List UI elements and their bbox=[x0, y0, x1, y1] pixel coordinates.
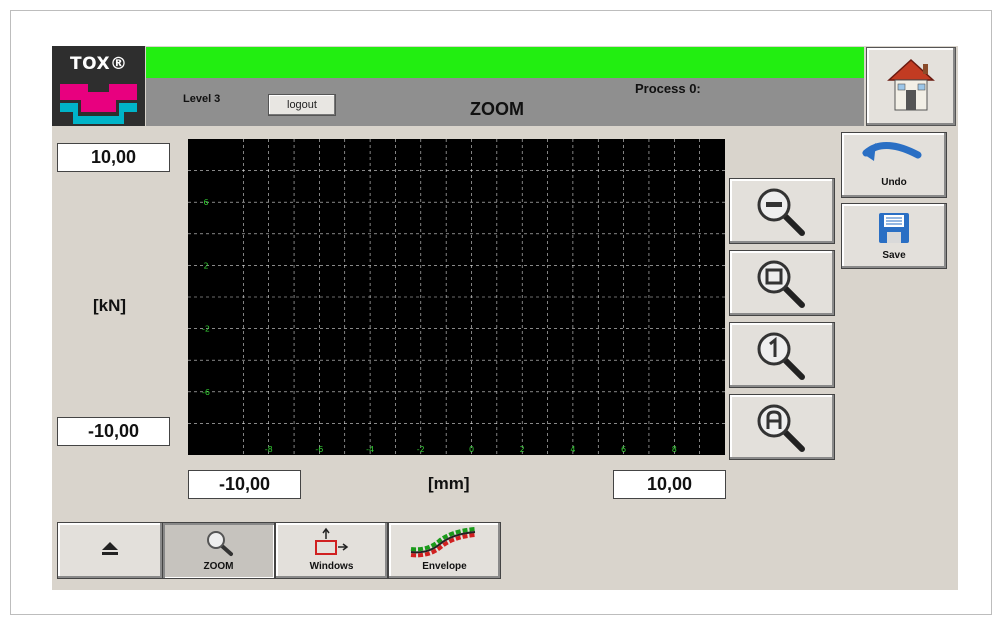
logo-mark-icon bbox=[60, 84, 137, 124]
process-label: Process 0: bbox=[635, 81, 701, 96]
y-tick-label: -2 bbox=[202, 325, 210, 334]
x-unit-label: [mm] bbox=[428, 474, 470, 493]
y-unit-label: [kN] bbox=[93, 296, 127, 315]
x-tick-label: -6 bbox=[315, 445, 323, 454]
zoom-auto-icon bbox=[757, 404, 805, 452]
save-button[interactable]: Save bbox=[841, 203, 947, 269]
home-button[interactable] bbox=[866, 47, 956, 126]
undo-icon bbox=[862, 142, 922, 161]
floppy-disk-icon bbox=[879, 213, 909, 243]
x-max-field[interactable]: 10,00 bbox=[613, 470, 726, 499]
zoom-plot[interactable]: -8 -6 -4 -2 0 2 4 6 8 6 2 -2 -6 bbox=[188, 139, 725, 455]
y-tick-label: -6 bbox=[202, 388, 210, 397]
zoom-reset-button[interactable] bbox=[729, 322, 835, 388]
x-min-field[interactable]: -10,00 bbox=[188, 470, 301, 499]
x-tick-label: -2 bbox=[417, 445, 425, 454]
logout-button[interactable]: logout bbox=[268, 94, 336, 116]
tab-windows[interactable]: Windows bbox=[275, 522, 388, 579]
x-tick-label: 4 bbox=[570, 445, 575, 454]
zoom-out-icon bbox=[757, 188, 805, 236]
x-tick-label: 8 bbox=[672, 445, 677, 454]
x-tick-label: 0 bbox=[469, 445, 474, 454]
zoom-window-icon bbox=[757, 260, 805, 308]
windows-icon bbox=[315, 527, 349, 555]
undo-button[interactable]: Undo bbox=[841, 132, 947, 198]
home-icon bbox=[887, 58, 935, 111]
zoom-auto-button[interactable] bbox=[729, 394, 835, 460]
x-tick-label: -8 bbox=[265, 445, 273, 454]
eject-icon bbox=[102, 542, 118, 555]
eject-button[interactable] bbox=[57, 522, 163, 579]
tab-windows-label: Windows bbox=[309, 561, 354, 572]
y-min-field[interactable]: -10,00 bbox=[57, 417, 170, 446]
y-tick-label: 2 bbox=[203, 261, 208, 270]
x-tick-label: 2 bbox=[520, 445, 525, 454]
page-title: ZOOM bbox=[470, 99, 524, 119]
x-tick-label: 6 bbox=[621, 445, 626, 454]
save-label: Save bbox=[882, 250, 906, 261]
zoom-one-icon bbox=[757, 332, 805, 380]
zoom-out-button[interactable] bbox=[729, 178, 835, 244]
y-tick-label: 6 bbox=[203, 198, 208, 207]
tab-envelope-label: Envelope bbox=[422, 561, 467, 572]
tab-zoom[interactable]: ZOOM bbox=[162, 522, 275, 579]
zoom-window-button[interactable] bbox=[729, 250, 835, 316]
user-level: Level 3 bbox=[183, 93, 221, 105]
tab-zoom-label: ZOOM bbox=[203, 561, 234, 572]
status-bar bbox=[146, 47, 864, 78]
y-max-field[interactable]: 10,00 bbox=[57, 143, 170, 172]
x-tick-label: -4 bbox=[366, 445, 374, 454]
tox-logo: TOX® bbox=[52, 46, 145, 126]
tab-envelope[interactable]: Envelope bbox=[388, 522, 501, 579]
magnifier-icon bbox=[207, 531, 233, 556]
undo-label: Undo bbox=[881, 177, 907, 188]
envelope-curve-icon bbox=[410, 527, 476, 558]
